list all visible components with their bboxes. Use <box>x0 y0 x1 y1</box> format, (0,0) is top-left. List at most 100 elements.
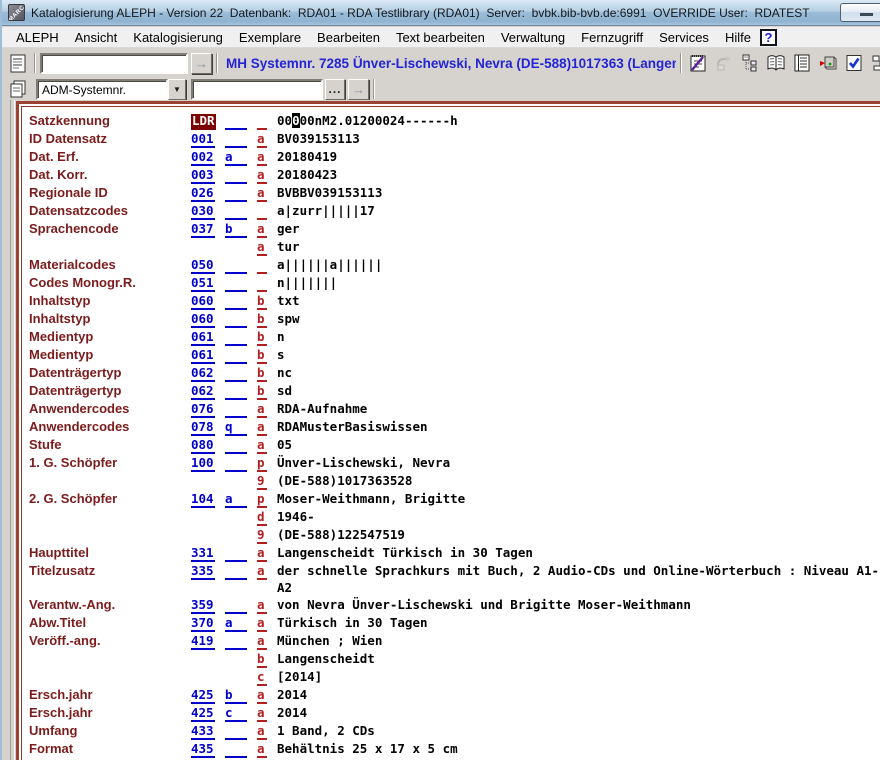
field-tag[interactable]: 425 <box>191 704 225 722</box>
field-tag[interactable]: 080 <box>191 436 225 454</box>
field-tag[interactable]: LDR <box>191 112 225 130</box>
field-value[interactable]: [2014] <box>277 668 880 685</box>
field-value[interactable]: 2014 <box>277 704 880 721</box>
field-indicators[interactable] <box>225 274 257 292</box>
field-tag[interactable]: 061 <box>191 346 225 364</box>
menu-item-verwaltung[interactable]: Verwaltung <box>493 28 573 47</box>
field-indicators[interactable] <box>225 436 257 454</box>
field-value[interactable]: a||||||a|||||| <box>277 256 880 273</box>
field-value[interactable]: von Nevra Ünver-Lischewski und Brigitte … <box>277 596 880 613</box>
field-indicators[interactable] <box>225 256 257 274</box>
search-go-button[interactable]: → <box>191 53 212 74</box>
field-indicators[interactable] <box>225 740 257 758</box>
subfield-code[interactable]: b <box>257 328 277 346</box>
subfield-code[interactable]: b <box>257 310 277 328</box>
subfield-code[interactable]: p <box>257 490 277 508</box>
field-indicators[interactable] <box>225 544 257 562</box>
panel-resize-gutter[interactable] <box>2 100 15 760</box>
record-page-icon[interactable] <box>6 51 30 75</box>
field-indicators[interactable] <box>225 632 257 650</box>
field-tag[interactable]: 100 <box>191 454 225 472</box>
subfield-code[interactable]: a <box>257 148 277 166</box>
menu-item-text-bearbeiten[interactable]: Text bearbeiten <box>388 28 493 47</box>
menu-item-katalogisierung[interactable]: Katalogisierung <box>125 28 231 47</box>
field-value[interactable]: s <box>277 346 880 363</box>
subfield-code[interactable]: a <box>257 238 277 256</box>
field-indicators[interactable] <box>225 346 257 364</box>
field-tag[interactable]: 425 <box>191 686 225 704</box>
field-indicators[interactable] <box>225 722 257 740</box>
field-value[interactable]: RDA-Aufnahme <box>277 400 880 417</box>
field-tag[interactable]: 359 <box>191 596 225 614</box>
chevron-down-icon[interactable]: ▼ <box>168 79 186 100</box>
field-indicators[interactable]: a <box>225 614 257 632</box>
menu-item-ansicht[interactable]: Ansicht <box>67 28 126 47</box>
subfield-code[interactable]: 9 <box>257 472 277 490</box>
adm-field-selector[interactable]: ADM-Systemnr. ▼ <box>36 79 186 100</box>
field-indicators[interactable] <box>225 184 257 202</box>
field-value[interactable]: ger <box>277 220 880 237</box>
menu-item-hilfe[interactable]: Hilfe <box>717 28 759 47</box>
subfield-code[interactable]: d <box>257 508 277 526</box>
search-input[interactable] <box>40 53 188 74</box>
field-value[interactable]: RDAMusterBasiswissen <box>277 418 880 435</box>
subfield-code[interactable]: 9 <box>257 526 277 544</box>
help-icon[interactable]: ? <box>760 29 777 46</box>
field-value[interactable]: n||||||| <box>277 274 880 291</box>
full-list-view-button[interactable] <box>790 51 814 75</box>
subfield-code[interactable] <box>257 256 277 274</box>
field-tag[interactable]: 078 <box>191 418 225 436</box>
subfield-code[interactable]: b <box>257 650 277 668</box>
field-tag[interactable]: 433 <box>191 722 225 740</box>
fetch-record-button[interactable] <box>712 51 736 75</box>
open-book-view-button[interactable] <box>764 51 788 75</box>
menu-item-bearbeiten[interactable]: Bearbeiten <box>309 28 388 47</box>
adm-go-button[interactable]: → <box>348 79 369 100</box>
subfield-code[interactable]: b <box>257 346 277 364</box>
subfield-code[interactable]: a <box>257 544 277 562</box>
field-value[interactable]: 1 Band, 2 CDs <box>277 722 880 739</box>
field-tag[interactable]: 002 <box>191 148 225 166</box>
field-indicators[interactable]: a <box>225 490 257 508</box>
subfield-code[interactable]: a <box>257 686 277 704</box>
field-tag[interactable]: 335 <box>191 562 225 580</box>
field-value[interactable]: 2014 <box>277 686 880 703</box>
adm-number-input[interactable] <box>191 79 323 100</box>
field-indicators[interactable] <box>225 454 257 472</box>
field-value[interactable]: txt <box>277 292 880 309</box>
field-value[interactable]: (DE-588)122547519 <box>277 526 880 543</box>
field-value[interactable]: n <box>277 328 880 345</box>
subfield-code[interactable] <box>257 274 277 292</box>
field-value[interactable]: München ; Wien <box>277 632 880 649</box>
subfield-code[interactable]: a <box>257 614 277 632</box>
field-tag[interactable]: 104 <box>191 490 225 508</box>
tree-view-button[interactable] <box>738 51 762 75</box>
field-value[interactable]: Türkisch in 30 Tagen <box>277 614 880 631</box>
field-tag[interactable]: 026 <box>191 184 225 202</box>
menu-item-services[interactable]: Services <box>651 28 717 47</box>
field-indicators[interactable] <box>225 202 257 220</box>
field-value[interactable]: spw <box>277 310 880 327</box>
subfield-code[interactable]: a <box>257 596 277 614</box>
field-tag[interactable]: 051 <box>191 274 225 292</box>
field-value[interactable]: 00000nM2.01200024------h <box>277 112 880 129</box>
subfield-code[interactable] <box>257 202 277 220</box>
field-tag[interactable]: 435 <box>191 740 225 758</box>
field-indicators[interactable]: b <box>225 686 257 704</box>
field-value[interactable]: Ünver-Lischewski, Nevra <box>277 454 880 471</box>
menu-item-fernzugriff[interactable]: Fernzugriff <box>573 28 651 47</box>
field-indicators[interactable] <box>225 596 257 614</box>
field-indicators[interactable] <box>225 382 257 400</box>
field-indicators[interactable] <box>225 328 257 346</box>
field-tag[interactable]: 076 <box>191 400 225 418</box>
adm-selector-value[interactable]: ADM-Systemnr. <box>36 79 168 100</box>
field-value[interactable]: nc <box>277 364 880 381</box>
subfield-code[interactable]: b <box>257 364 277 382</box>
subfield-code[interactable]: a <box>257 632 277 650</box>
field-indicators[interactable]: q <box>225 418 257 436</box>
subfield-code[interactable]: p <box>257 454 277 472</box>
field-value[interactable]: a|zurr|||||17 <box>277 202 880 219</box>
field-tag[interactable]: 037 <box>191 220 225 238</box>
field-tag[interactable]: 061 <box>191 328 225 346</box>
export-server-button[interactable] <box>816 51 840 75</box>
